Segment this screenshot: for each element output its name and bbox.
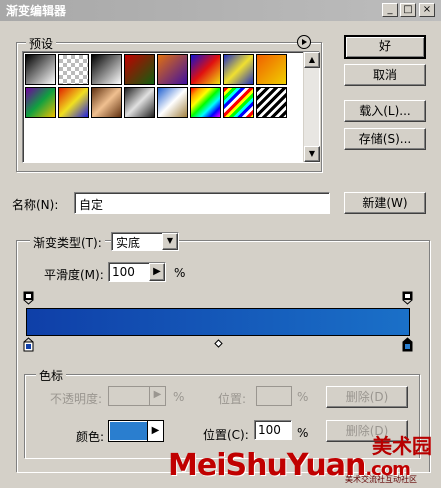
preset-swatch[interactable]: [124, 87, 155, 118]
opacity-delete-button[interactable]: 删除(D): [326, 386, 408, 408]
close-button[interactable]: ×: [419, 3, 435, 17]
maximize-button[interactable]: □: [400, 3, 416, 17]
new-button[interactable]: 新建(W): [344, 192, 426, 214]
opacity-location-label: 位置:: [218, 392, 247, 406]
preset-swatch[interactable]: [223, 87, 254, 118]
preset-swatch[interactable]: [157, 54, 188, 85]
smoothness-percent: %: [174, 266, 186, 280]
smoothness-value: 100: [112, 265, 135, 279]
preset-swatch[interactable]: [58, 54, 89, 85]
presets-scrollbar[interactable]: ▲ ▼: [303, 52, 320, 162]
arrow-right-icon: [302, 39, 307, 45]
gradient-type-label: 渐变类型(T):: [30, 234, 105, 251]
preset-swatch[interactable]: [58, 87, 89, 118]
name-input[interactable]: 自定: [74, 192, 330, 214]
opacity-stop-left[interactable]: [23, 291, 34, 305]
stops-group-label: 色标: [36, 367, 67, 384]
arrow-right-icon[interactable]: ▶: [149, 387, 165, 405]
color-location-percent: %: [297, 426, 309, 440]
watermark-brand-name: MeiShuYuan: [168, 448, 366, 483]
color-stop-right[interactable]: [402, 337, 413, 352]
preset-swatch[interactable]: [25, 54, 56, 85]
preset-swatch[interactable]: [256, 87, 287, 118]
watermark-cn-sub: 美术交流社互动社区: [345, 475, 417, 484]
opacity-location-percent: %: [297, 390, 309, 404]
opacity-percent: %: [173, 390, 185, 404]
color-picker[interactable]: ▶: [108, 420, 164, 442]
save-button[interactable]: 存储(S)...: [344, 128, 426, 150]
presets-list[interactable]: ▲ ▼: [22, 51, 320, 163]
preset-swatch[interactable]: [223, 54, 254, 85]
color-swatch[interactable]: [110, 422, 148, 440]
presets-label: 预设: [26, 35, 57, 52]
opacity-label: 不透明度:: [50, 392, 103, 406]
scroll-down-button[interactable]: ▼: [304, 146, 320, 162]
gradient-type-value: 实底: [116, 236, 141, 250]
cancel-button[interactable]: 取消: [344, 64, 426, 86]
opacity-location-input[interactable]: [256, 386, 292, 406]
color-location-input[interactable]: 100: [254, 420, 292, 440]
midpoint-diamond-icon[interactable]: [214, 337, 223, 348]
arrow-right-icon[interactable]: ▶: [147, 421, 163, 441]
preset-swatch[interactable]: [124, 54, 155, 85]
name-label: 名称(N):: [12, 198, 59, 212]
gradient-bar[interactable]: [26, 308, 410, 336]
opacity-stop-right[interactable]: [402, 291, 413, 305]
scroll-up-button[interactable]: ▲: [304, 52, 320, 68]
preset-swatch[interactable]: [190, 54, 221, 85]
color-location-label: 位置(C):: [203, 428, 249, 442]
opacity-input[interactable]: ▶: [108, 386, 166, 406]
presets-menu-icon[interactable]: [297, 35, 311, 49]
preset-swatch[interactable]: [91, 54, 122, 85]
chevron-down-icon[interactable]: ▼: [162, 233, 178, 250]
load-button[interactable]: 载入(L)...: [344, 100, 426, 122]
minimize-button[interactable]: _: [382, 3, 398, 17]
arrow-right-icon[interactable]: ▶: [149, 263, 165, 281]
preset-swatch[interactable]: [256, 54, 287, 85]
color-label: 颜色:: [76, 430, 105, 444]
preset-swatch[interactable]: [25, 87, 56, 118]
ok-button[interactable]: 好: [344, 35, 426, 59]
color-stop-left[interactable]: [23, 337, 34, 352]
preset-swatch[interactable]: [190, 87, 221, 118]
preset-swatch[interactable]: [91, 87, 122, 118]
gradient-type-select[interactable]: 实底 ▼: [111, 232, 179, 251]
preset-swatch[interactable]: [157, 87, 188, 118]
smoothness-input[interactable]: 100 ▶: [108, 262, 166, 282]
window-title: 渐变编辑器: [6, 4, 67, 18]
title-bar: [0, 0, 441, 21]
smoothness-label: 平滑度(M):: [44, 268, 104, 282]
